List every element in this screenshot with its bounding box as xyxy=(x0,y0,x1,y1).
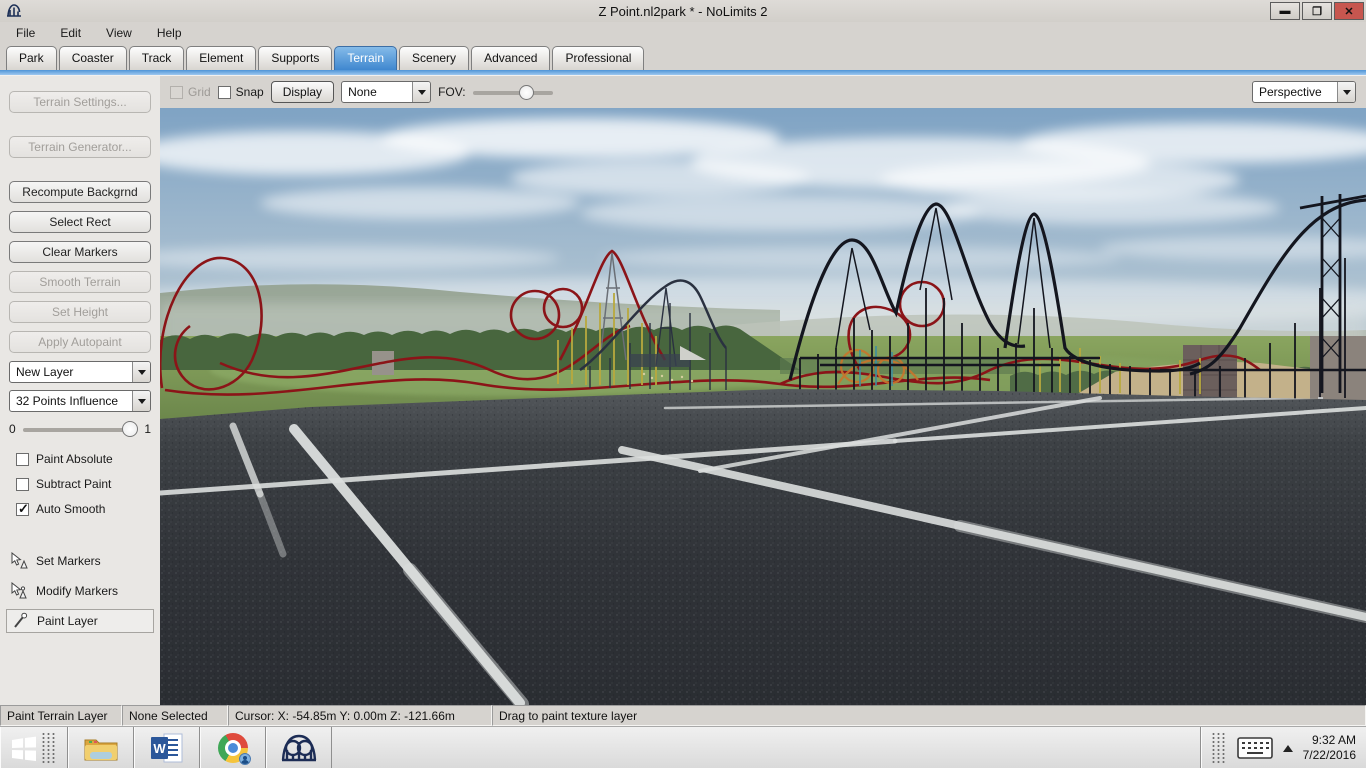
set-markers-tool[interactable]: Set Markers xyxy=(6,549,154,573)
snap-checkbox[interactable]: Snap xyxy=(217,85,264,99)
taskbar-file-explorer[interactable] xyxy=(68,727,134,768)
chevron-down-icon[interactable] xyxy=(132,391,150,411)
chrome-profile-badge xyxy=(238,753,251,765)
taskbar-grip-dots xyxy=(40,732,57,764)
select-rect-button[interactable]: Select Rect xyxy=(9,211,151,233)
windows-taskbar: W 9:32 AM 7/22/2016 xyxy=(0,726,1366,768)
chevron-down-icon[interactable] xyxy=(132,362,150,382)
tab-park[interactable]: Park xyxy=(6,46,57,70)
paint-strength-track[interactable] xyxy=(23,428,137,432)
tab-track[interactable]: Track xyxy=(128,46,185,70)
chevron-down-icon[interactable] xyxy=(412,82,431,102)
viewport-3d[interactable] xyxy=(160,108,1366,705)
title-bar: Z Point.nl2park * - NoLimits 2 ▬ ❐ ✕ xyxy=(0,0,1366,22)
slider-max-label: 1 xyxy=(144,422,151,436)
restore-button[interactable]: ❐ xyxy=(1302,2,1332,20)
file-explorer-icon xyxy=(84,739,117,761)
paint-strength-thumb[interactable] xyxy=(122,421,138,437)
gray-building xyxy=(1310,336,1366,400)
svg-text:W: W xyxy=(153,741,166,756)
influence-dropdown[interactable]: 32 Points Influence xyxy=(9,390,151,412)
start-button[interactable] xyxy=(0,727,68,768)
fov-slider[interactable] xyxy=(472,84,553,100)
grid-checkbox[interactable]: Grid xyxy=(170,85,211,99)
taskbar-clock[interactable]: 9:32 AM 7/22/2016 xyxy=(1303,733,1356,763)
terrain-generator-button[interactable]: Terrain Generator... xyxy=(9,136,151,158)
taskbar-word[interactable]: W xyxy=(134,727,200,768)
paint-absolute-checkbox[interactable]: Paint Absolute xyxy=(16,452,113,466)
chrome-icon xyxy=(217,733,251,765)
set-height-button[interactable]: Set Height xyxy=(9,301,151,323)
menu-help[interactable]: Help xyxy=(149,24,193,42)
snap-checkbox-box[interactable] xyxy=(217,85,231,99)
clock-time: 9:32 AM xyxy=(1311,733,1356,747)
taskbar-chrome[interactable] xyxy=(200,727,266,768)
tab-advanced[interactable]: Advanced xyxy=(471,46,551,70)
status-selection: None Selected xyxy=(122,705,228,726)
apply-autopaint-button[interactable]: Apply Autopaint xyxy=(9,331,151,353)
status-mode: Paint Terrain Layer xyxy=(0,705,122,726)
viewport-toolbar: Grid Snap Display None FOV: Perspective xyxy=(160,75,1366,108)
tab-element[interactable]: Element xyxy=(186,46,257,70)
status-cursor-coordinates: Cursor: X: -54.85m Y: 0.00m Z: -121.66m xyxy=(228,705,492,726)
nolimits2-window: Z Point.nl2park * - NoLimits 2 ▬ ❐ ✕ Fil… xyxy=(0,0,1366,768)
smooth-terrain-button[interactable]: Smooth Terrain xyxy=(9,271,151,293)
clock-date: 7/22/2016 xyxy=(1302,748,1356,762)
menu-edit[interactable]: Edit xyxy=(52,24,92,42)
menu-view[interactable]: View xyxy=(98,24,143,42)
display-mode-dropdown[interactable]: None xyxy=(341,81,432,103)
clear-markers-button[interactable]: Clear Markers xyxy=(9,241,151,263)
tab-coaster[interactable]: Coaster xyxy=(58,46,127,70)
modify-markers-tool[interactable]: Modify Markers xyxy=(6,579,154,603)
menu-file[interactable]: File xyxy=(8,24,46,42)
chevron-down-icon[interactable] xyxy=(1337,82,1355,102)
tray-expand-arrow[interactable] xyxy=(1282,744,1293,752)
touch-keyboard-icon[interactable] xyxy=(1236,735,1273,761)
subtract-paint-checkbox[interactable]: Subtract Paint xyxy=(16,477,111,491)
nolimits-icon xyxy=(281,734,316,762)
fov-label: FOV: xyxy=(438,85,466,99)
set-markers-icon xyxy=(11,552,28,569)
window-title: Z Point.nl2park * - NoLimits 2 xyxy=(598,3,768,19)
close-button[interactable]: ✕ xyxy=(1334,2,1364,20)
system-tray: 9:32 AM 7/22/2016 xyxy=(1199,727,1366,768)
terrain-sidebar: Terrain Settings... Terrain Generator...… xyxy=(0,75,160,705)
tab-terrain[interactable]: Terrain xyxy=(334,46,398,70)
paint-layer-icon xyxy=(14,612,28,628)
recompute-backgrnd-button[interactable]: Recompute Backgrnd xyxy=(9,181,151,203)
paint-layer-tool[interactable]: Paint Layer xyxy=(6,609,154,633)
tab-bar: Park Coaster Track Element Supports Terr… xyxy=(0,44,1366,70)
taskbar-nolimits[interactable] xyxy=(266,727,332,768)
auto-smooth-checkbox[interactable]: Auto Smooth xyxy=(16,501,105,517)
modify-markers-icon xyxy=(11,582,27,599)
windows-logo-icon xyxy=(11,736,36,761)
projection-dropdown[interactable]: Perspective xyxy=(1252,81,1356,103)
tab-professional[interactable]: Professional xyxy=(552,46,645,70)
minimize-button[interactable]: ▬ xyxy=(1270,2,1300,20)
slider-min-label: 0 xyxy=(9,422,16,436)
tab-scenery[interactable]: Scenery xyxy=(399,46,470,70)
word-icon: W xyxy=(150,733,182,763)
display-button[interactable]: Display xyxy=(270,81,335,103)
menu-bar: File Edit View Help xyxy=(0,22,1366,44)
tray-grip-dots xyxy=(1210,732,1227,764)
fov-slider-thumb[interactable] xyxy=(519,84,535,100)
status-hint: Drag to paint texture layer xyxy=(492,705,1366,726)
fov-slider-track[interactable] xyxy=(472,90,553,95)
status-bar: Paint Terrain Layer None Selected Cursor… xyxy=(0,705,1366,726)
layer-dropdown[interactable]: New Layer xyxy=(9,361,151,383)
grid-checkbox-box[interactable] xyxy=(170,85,183,99)
paint-strength-slider[interactable]: 0 1 xyxy=(9,421,151,439)
viewport-3d-scene xyxy=(160,108,1366,705)
tab-supports[interactable]: Supports xyxy=(258,46,333,70)
terrain-settings-button[interactable]: Terrain Settings... xyxy=(9,91,151,113)
